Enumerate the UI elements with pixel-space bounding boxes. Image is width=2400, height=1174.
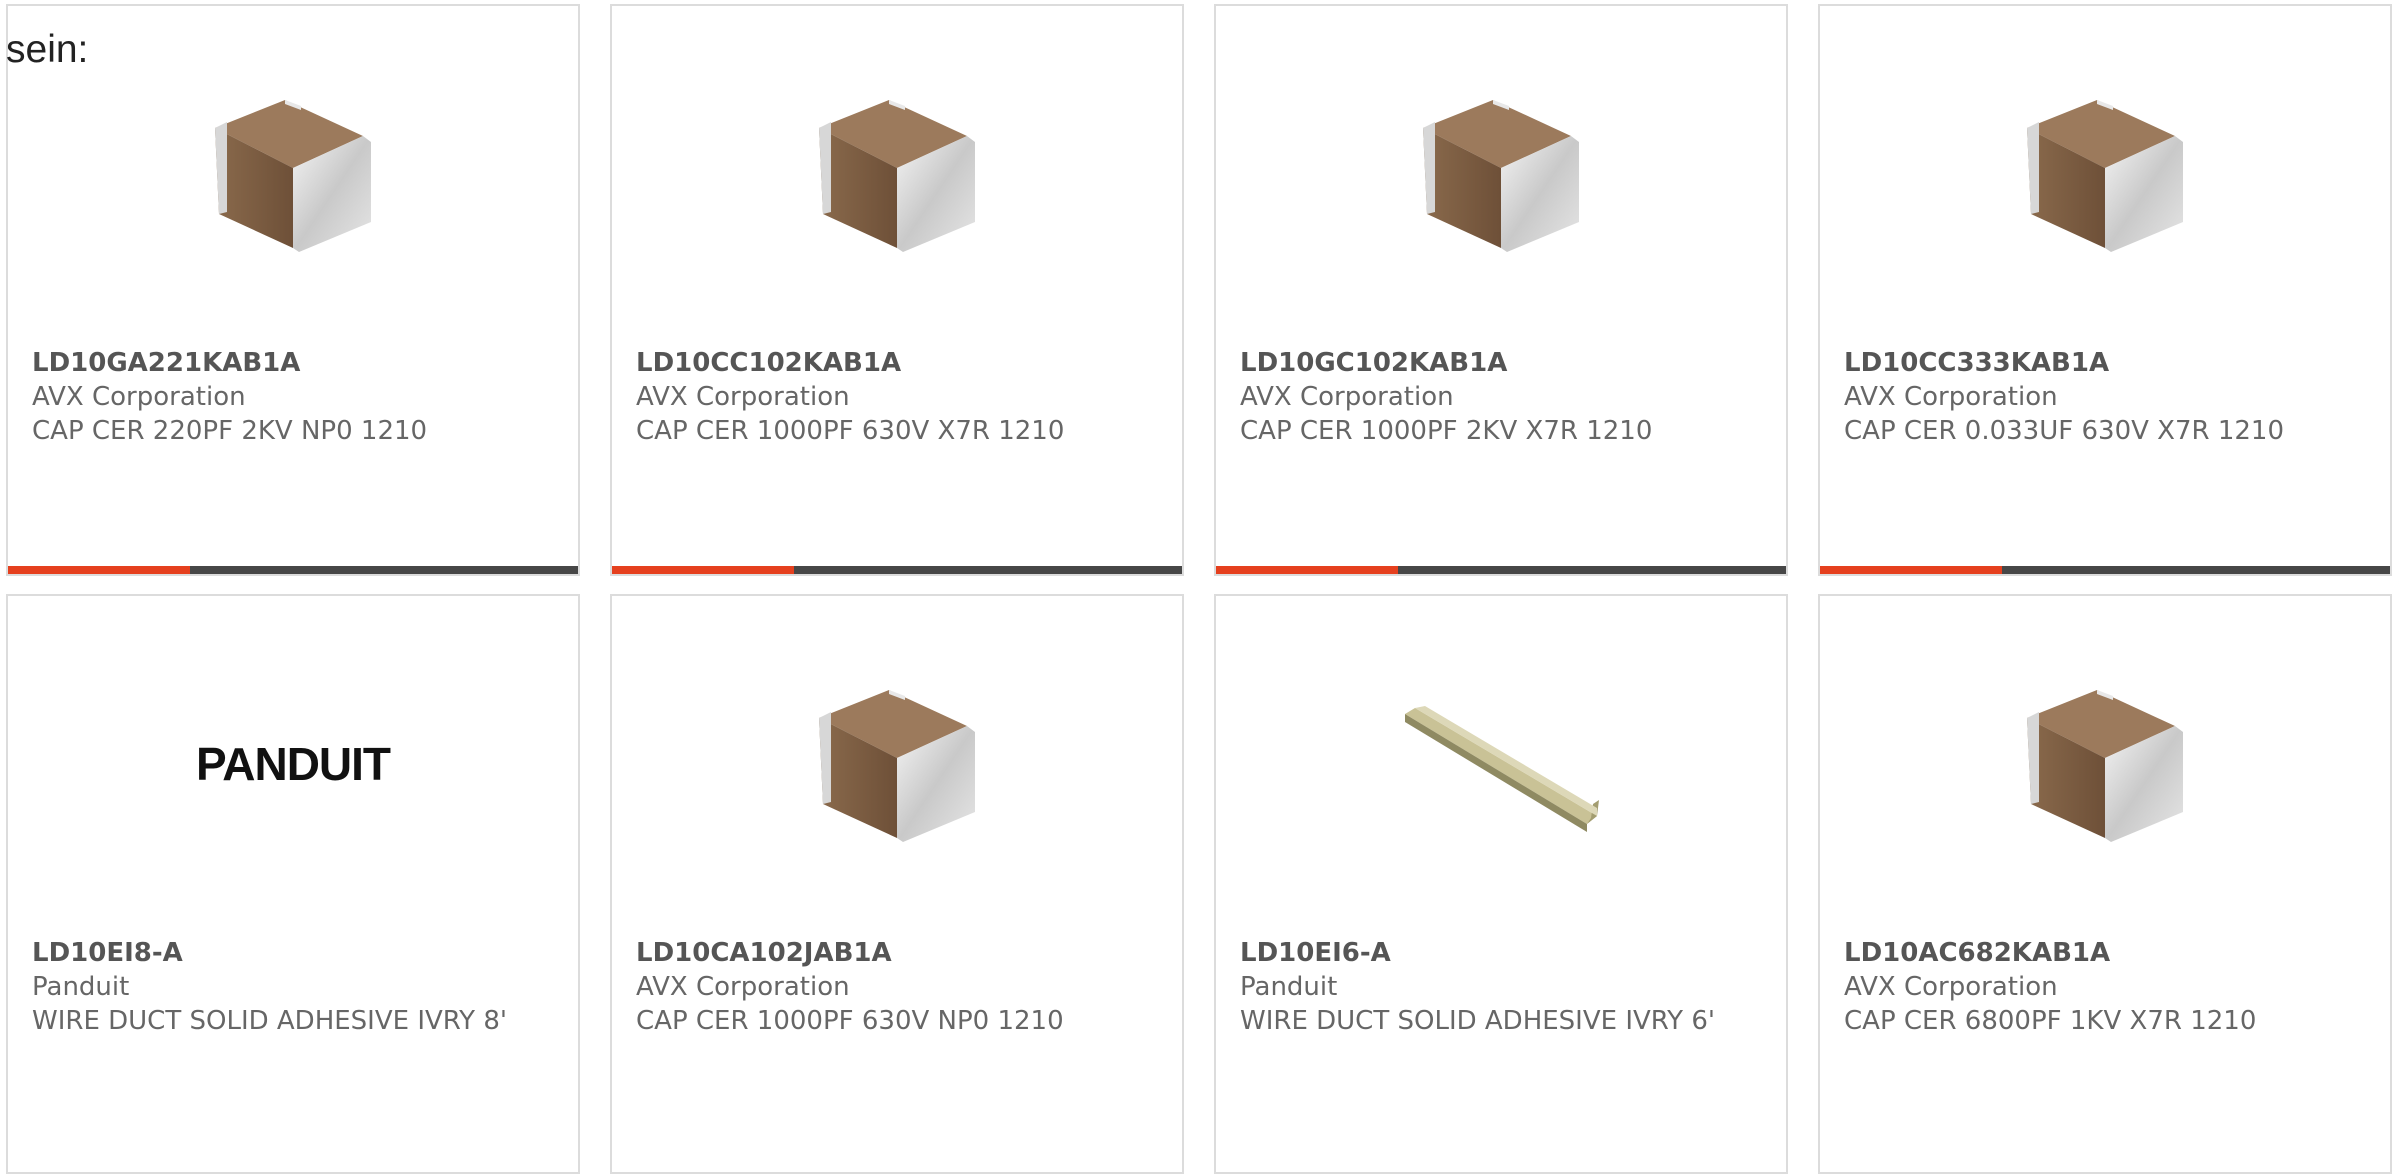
product-description: CAP CER 1000PF 630V X7R 1210 — [636, 416, 1065, 446]
part-number-link[interactable]: LD10AC682KAB1A — [1844, 936, 2370, 970]
product-info: LD10EI8-A Panduit WIRE DUCT SOLID ADHESI… — [32, 936, 558, 1038]
product-card[interactable]: LD10CA102JAB1A AVX Corporation CAP CER 1… — [610, 594, 1184, 1174]
product-card[interactable]: LD10GC102KAB1A AVX Corporation CAP CER 1… — [1214, 4, 1788, 576]
capacitor-image[interactable] — [797, 666, 997, 866]
product-info: LD10CC102KAB1A AVX Corporation CAP CER 1… — [636, 346, 1162, 448]
product-grid: LD10GA221KAB1A AVX Corporation CAP CER 2… — [0, 0, 2400, 1174]
card-bottom-bar — [1820, 566, 2390, 574]
capacitor-image[interactable] — [193, 76, 393, 276]
product-info: LD10GA221KAB1A AVX Corporation CAP CER 2… — [32, 346, 558, 448]
product-info: LD10CC333KAB1A AVX Corporation CAP CER 0… — [1844, 346, 2370, 448]
manufacturer: AVX Corporation — [636, 972, 850, 1002]
manufacturer: AVX Corporation — [1844, 972, 2058, 1002]
product-info: LD10GC102KAB1A AVX Corporation CAP CER 1… — [1240, 346, 1766, 448]
manufacturer: AVX Corporation — [32, 382, 246, 412]
card-bottom-bar — [1216, 566, 1786, 574]
wire-duct-icon — [1405, 706, 1599, 832]
panduit-logo: PANDUIT — [196, 738, 392, 790]
accent-bar — [8, 566, 190, 574]
accent-bar — [612, 566, 794, 574]
svg-text:PANDUIT: PANDUIT — [196, 738, 391, 790]
capacitor-image[interactable] — [2005, 666, 2205, 866]
capacitor-chip-icon — [819, 690, 975, 842]
manufacturer: AVX Corporation — [1240, 382, 1454, 412]
card-bottom-bar — [8, 566, 578, 574]
product-card[interactable]: LD10GA221KAB1A AVX Corporation CAP CER 2… — [6, 4, 580, 576]
product-card[interactable]: LD10EI6-A Panduit WIRE DUCT SOLID ADHESI… — [1214, 594, 1788, 1174]
manufacturer: AVX Corporation — [1844, 382, 2058, 412]
product-description: CAP CER 6800PF 1KV X7R 1210 — [1844, 1006, 2257, 1036]
product-card[interactable]: LD10CC333KAB1A AVX Corporation CAP CER 0… — [1818, 4, 2392, 576]
part-number-link[interactable]: LD10EI6-A — [1240, 936, 1766, 970]
product-description: CAP CER 1000PF 630V NP0 1210 — [636, 1006, 1064, 1036]
product-info: LD10CA102JAB1A AVX Corporation CAP CER 1… — [636, 936, 1162, 1038]
product-description: CAP CER 0.033UF 630V X7R 1210 — [1844, 416, 2285, 446]
product-info: LD10AC682KAB1A AVX Corporation CAP CER 6… — [1844, 936, 2370, 1038]
product-card[interactable]: LD10CC102KAB1A AVX Corporation CAP CER 1… — [610, 4, 1184, 576]
panduit-logo-image[interactable]: PANDUIT — [193, 666, 393, 866]
capacitor-image[interactable] — [797, 76, 997, 276]
part-number-link[interactable]: LD10GA221KAB1A — [32, 346, 558, 380]
capacitor-chip-icon — [215, 100, 371, 252]
product-info: LD10EI6-A Panduit WIRE DUCT SOLID ADHESI… — [1240, 936, 1766, 1038]
part-number-link[interactable]: LD10CC102KAB1A — [636, 346, 1162, 380]
wire-duct-image[interactable] — [1401, 666, 1601, 866]
capacitor-chip-icon — [2027, 100, 2183, 252]
capacitor-image[interactable] — [2005, 76, 2205, 276]
card-bottom-bar — [612, 566, 1182, 574]
capacitor-image[interactable] — [1401, 76, 1601, 276]
capacitor-chip-icon — [1423, 100, 1579, 252]
part-number-link[interactable]: LD10GC102KAB1A — [1240, 346, 1766, 380]
part-number-link[interactable]: LD10CA102JAB1A — [636, 936, 1162, 970]
capacitor-chip-icon — [2027, 690, 2183, 842]
product-card[interactable]: LD10AC682KAB1A AVX Corporation CAP CER 6… — [1818, 594, 2392, 1174]
manufacturer: Panduit — [1240, 972, 1338, 1002]
accent-bar — [1216, 566, 1398, 574]
part-number-link[interactable]: LD10CC333KAB1A — [1844, 346, 2370, 380]
part-number-link[interactable]: LD10EI8-A — [32, 936, 558, 970]
product-description: CAP CER 220PF 2KV NP0 1210 — [32, 416, 428, 446]
capacitor-chip-icon — [819, 100, 975, 252]
product-description: CAP CER 1000PF 2KV X7R 1210 — [1240, 416, 1653, 446]
manufacturer: Panduit — [32, 972, 130, 1002]
accent-bar — [1820, 566, 2002, 574]
product-description: WIRE DUCT SOLID ADHESIVE IVRY 6' — [1240, 1006, 1716, 1036]
product-description: WIRE DUCT SOLID ADHESIVE IVRY 8' — [32, 1006, 508, 1036]
product-card[interactable]: PANDUIT LD10EI8-A Panduit WIRE DUCT SOLI… — [6, 594, 580, 1174]
manufacturer: AVX Corporation — [636, 382, 850, 412]
intro-text: sein: — [6, 28, 89, 71]
